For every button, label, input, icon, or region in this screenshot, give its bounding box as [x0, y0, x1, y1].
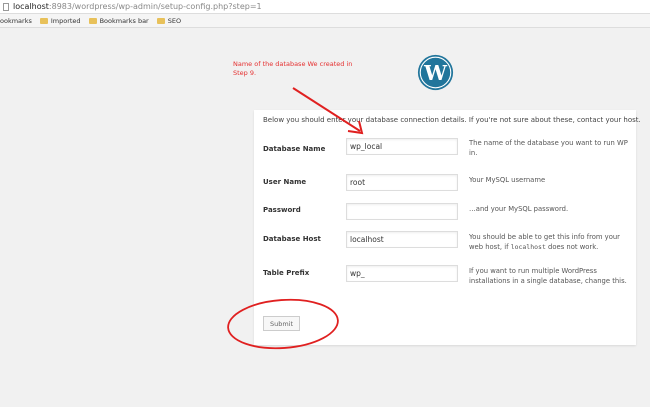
folder-icon	[88, 17, 97, 24]
label-table-prefix: Table Prefix	[263, 269, 310, 277]
annotation-note: Name of the database We created in Step …	[233, 60, 353, 77]
bookmark-seo[interactable]: SEO	[156, 16, 182, 25]
label-user-name: User Name	[263, 178, 307, 186]
bookmark-bookmarks-bar[interactable]: Bookmarks bar	[88, 16, 149, 25]
table-prefix-input[interactable]	[346, 265, 458, 282]
submit-button[interactable]: Submit	[263, 316, 300, 331]
desc-code: localhost	[510, 242, 546, 251]
bookmark-label: ookmarks	[0, 16, 32, 25]
wordpress-logo-icon: W	[417, 54, 454, 91]
database-host-input[interactable]	[346, 231, 458, 248]
page-icon	[3, 2, 9, 11]
desc-database-host: You should be able to get this info from…	[469, 233, 629, 252]
url-host: localhost	[13, 2, 49, 11]
desc-table-prefix: If you want to run multiple WordPress in…	[469, 267, 627, 285]
bookmark-imported[interactable]: Imported	[39, 16, 81, 25]
label-database-host: Database Host	[263, 235, 321, 243]
desc-password: …and your MySQL password.	[469, 205, 569, 213]
bookmark-apps[interactable]: ookmarks	[0, 17, 32, 25]
database-name-input[interactable]	[346, 138, 458, 155]
user-name-input[interactable]	[346, 174, 458, 191]
label-database-name: Database Name	[263, 145, 326, 153]
address-bar[interactable]: localhost:8983/wordpress/wp-admin/setup-…	[0, 0, 650, 14]
label-password: Password	[263, 206, 301, 214]
bookmarks-bar: ookmarks Imported Bookmarks bar SEO	[0, 14, 650, 28]
desc-text: does not work.	[545, 242, 599, 251]
bookmark-label: SEO	[167, 16, 182, 25]
folder-icon	[156, 17, 165, 24]
password-input[interactable]	[346, 203, 458, 220]
bookmark-label: Bookmarks bar	[99, 16, 149, 25]
bookmark-label: Imported	[50, 16, 81, 25]
desc-user-name: Your MySQL username	[469, 176, 546, 184]
intro-text: Below you should enter your database con…	[263, 116, 641, 124]
svg-text:W: W	[423, 61, 448, 85]
desc-database-name: The name of the database you want to run…	[469, 139, 628, 157]
url-path: :8983/wordpress/wp-admin/setup-config.ph…	[48, 2, 262, 11]
folder-icon	[39, 17, 48, 24]
